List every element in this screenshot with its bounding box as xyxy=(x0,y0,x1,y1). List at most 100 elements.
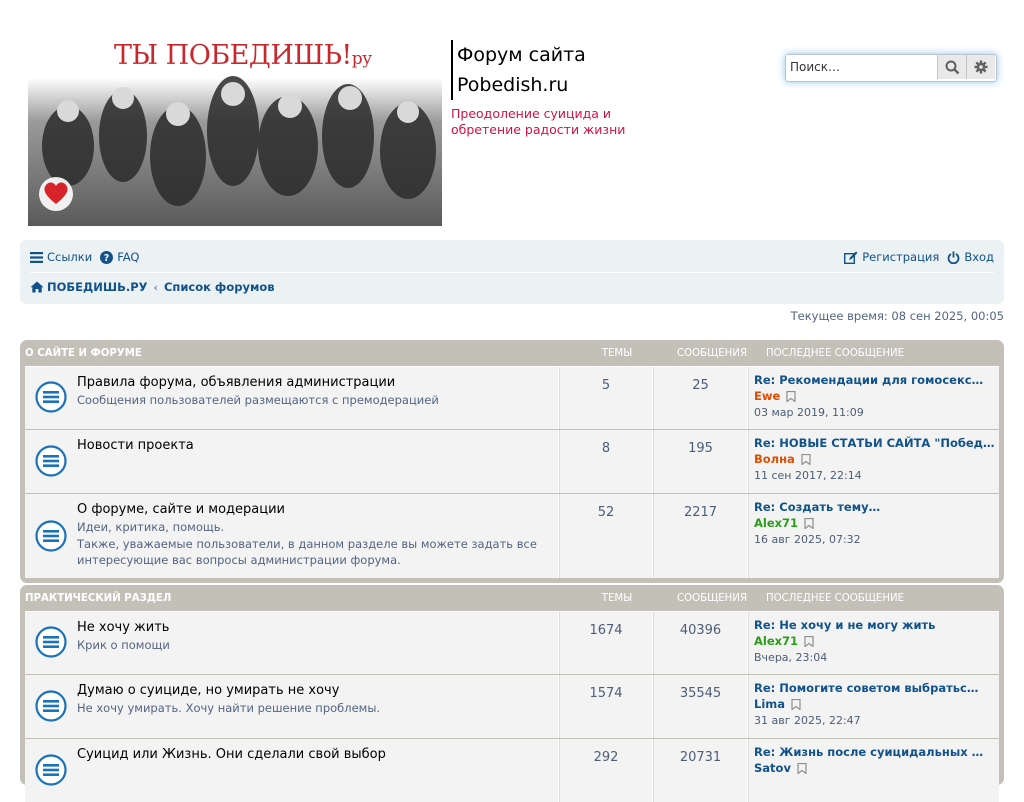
column-last-post: ПОСЛЕДНЕЕ СООБЩЕНИЕ xyxy=(766,592,905,604)
view-latest-post-icon[interactable] xyxy=(801,454,811,465)
breadcrumb-separator: ‹ xyxy=(153,280,158,294)
last-post-author[interactable]: Alex71 xyxy=(754,633,798,650)
site-name[interactable]: Форум сайта Pobedish.ru xyxy=(451,40,586,100)
last-post-title[interactable]: Re: Рекомендации для гомосекс… xyxy=(754,372,999,388)
last-post-author[interactable]: Ewe xyxy=(754,388,780,405)
column-topics: ТЕМЫ xyxy=(601,592,633,604)
forum-topics-count: 292 xyxy=(559,739,653,802)
last-post-title[interactable]: Re: Жизнь после суицидальных … xyxy=(754,744,999,760)
forum-description: Сообщения пользователей размещаются с пр… xyxy=(77,393,439,407)
forum-read-icon xyxy=(35,754,67,786)
forum-title[interactable]: Думаю о суициде, но умирать не хочу xyxy=(77,682,558,700)
view-latest-post-icon[interactable] xyxy=(786,391,796,402)
site-name-line1: Форум сайта xyxy=(457,44,586,66)
quick-links-menu[interactable]: Ссылки xyxy=(30,250,92,264)
svg-text:?: ? xyxy=(104,253,110,264)
forum-title[interactable]: Суицид или Жизнь. Они сделали свой выбор xyxy=(77,746,558,764)
forum-row: Новости проекта 8 195 Re: НОВЫЕ СТАТЬИ С… xyxy=(25,429,999,493)
last-post-date: Вчера, 23:04 xyxy=(754,651,828,664)
power-icon xyxy=(947,251,960,264)
forum-last-post: Re: Рекомендации для гомосекс… Ewe 03 ма… xyxy=(748,367,999,429)
banner-title: ТЫ ПОБЕДИШЬ!ру xyxy=(114,40,372,71)
forum-posts-count: 20731 xyxy=(653,739,748,802)
home-icon xyxy=(30,281,44,293)
forum-posts-count: 195 xyxy=(653,430,748,493)
forum-posts-count: 40396 xyxy=(653,612,748,674)
column-posts: СООБЩЕНИЯ xyxy=(676,592,748,604)
forum-title[interactable]: О форуме, сайте и модерации xyxy=(77,501,558,519)
site-banner-image[interactable]: ТЫ ПОБЕДИШЬ!ру xyxy=(28,36,442,226)
forum-posts-count: 25 xyxy=(653,367,748,429)
last-post-title[interactable]: Re: Не хочу и не могу жить xyxy=(754,617,999,633)
forum-description: Идеи, критика, помощь. xyxy=(77,520,225,534)
forum-category-about: О САЙТЕ И ФОРУМЕ ТЕМЫ СООБЩЕНИЯ ПОСЛЕДНЕ… xyxy=(20,340,1004,583)
navbar: Ссылки ? FAQ Регистрация Вход ПОБЕДИШЬ.Р… xyxy=(20,240,1004,304)
last-post-author[interactable]: Alex71 xyxy=(754,515,798,532)
forum-topics-count: 52 xyxy=(559,494,653,578)
gear-icon xyxy=(974,60,988,74)
column-topics: ТЕМЫ xyxy=(601,347,633,359)
last-post-title[interactable]: Re: Создать тему… xyxy=(754,499,999,515)
forum-row: Суицид или Жизнь. Они сделали свой выбор… xyxy=(25,738,999,802)
site-name-line2: Pobedish.ru xyxy=(457,74,569,96)
forum-last-post: Re: Жизнь после суицидальных … Satov xyxy=(748,739,999,802)
forum-description-extra: Также, уважаемые пользователи, в данном … xyxy=(77,537,537,567)
navbar-top-row: Ссылки ? FAQ Регистрация Вход xyxy=(30,242,994,273)
last-post-title[interactable]: Re: НОВЫЕ СТАТЬИ САЙТА "Побед… xyxy=(754,435,999,451)
last-post-date: 03 мар 2019, 11:09 xyxy=(754,406,864,419)
view-latest-post-icon[interactable] xyxy=(804,636,814,647)
category-title[interactable]: ПРАКТИЧЕСКИЙ РАЗДЕЛ xyxy=(25,593,570,604)
forum-description: Крик о помощи xyxy=(77,638,170,652)
last-post-title[interactable]: Re: Помогите советом выбратьс… xyxy=(754,680,999,696)
breadcrumb: ПОБЕДИШЬ.РУ ‹ Список форумов xyxy=(30,272,994,302)
forum-row: Думаю о суициде, но умирать не хочу Не х… xyxy=(25,674,999,738)
breadcrumb-forum-list[interactable]: Список форумов xyxy=(164,280,275,294)
forum-title[interactable]: Новости проекта xyxy=(77,437,558,455)
last-post-author[interactable]: Satov xyxy=(754,760,791,777)
last-post-author[interactable]: Волна xyxy=(754,451,795,468)
category-title[interactable]: О САЙТЕ И ФОРУМЕ xyxy=(25,348,570,359)
forum-topics-count: 1574 xyxy=(559,675,653,738)
site-description: Преодоление суицида и обретение радости … xyxy=(451,106,626,137)
view-latest-post-icon[interactable] xyxy=(797,763,807,774)
forum-title[interactable]: Правила форума, объявления администрации xyxy=(77,374,558,392)
forum-description: Не хочу умирать. Хочу найти решение проб… xyxy=(77,701,381,715)
faq-link[interactable]: ? FAQ xyxy=(100,250,139,264)
breadcrumb-home[interactable]: ПОБЕДИШЬ.РУ xyxy=(30,280,148,294)
question-icon: ? xyxy=(100,250,114,264)
last-post-date: 11 сен 2017, 22:14 xyxy=(754,469,862,482)
forum-posts-count: 35545 xyxy=(653,675,748,738)
forum-last-post: Re: Создать тему… Alex71 16 авг 2025, 07… xyxy=(748,494,999,578)
hamburger-icon xyxy=(30,251,43,263)
forum-last-post: Re: Помогите советом выбратьс… Lima 31 а… xyxy=(748,675,999,738)
forum-row: Правила форума, объявления администрации… xyxy=(25,366,999,429)
register-link[interactable]: Регистрация xyxy=(844,250,939,264)
forum-topics-count: 5 xyxy=(559,367,653,429)
forum-last-post: Re: Не хочу и не могу жить Alex71 Вчера,… xyxy=(748,612,999,674)
search-button[interactable] xyxy=(937,55,966,79)
search-icon xyxy=(945,60,959,74)
forum-posts-count: 2217 xyxy=(653,494,748,578)
forum-read-icon xyxy=(35,381,67,413)
search-box xyxy=(785,54,997,82)
forum-title[interactable]: Не хочу жить xyxy=(77,619,558,637)
last-post-author[interactable]: Lima xyxy=(754,696,785,713)
column-last-post: ПОСЛЕДНЕЕ СООБЩЕНИЕ xyxy=(766,347,905,359)
column-posts: СООБЩЕНИЯ xyxy=(676,347,748,359)
edit-icon xyxy=(844,251,858,264)
forum-topics-count: 8 xyxy=(559,430,653,493)
forum-last-post: Re: НОВЫЕ СТАТЬИ САЙТА "Побед… Волна 11 … xyxy=(748,430,999,493)
forum-row: Не хочу жить Крик о помощи 1674 40396 Re… xyxy=(25,611,999,674)
view-latest-post-icon[interactable] xyxy=(804,518,814,529)
advanced-search-button[interactable] xyxy=(966,55,995,79)
forum-topics-count: 1674 xyxy=(559,612,653,674)
forum-read-icon xyxy=(35,690,67,722)
view-latest-post-icon[interactable] xyxy=(791,699,801,710)
forum-read-icon xyxy=(35,626,67,658)
search-input[interactable] xyxy=(786,55,944,79)
last-post-date: 16 авг 2025, 07:32 xyxy=(754,533,861,546)
category-header: О САЙТЕ И ФОРУМЕ ТЕМЫ СООБЩЕНИЯ ПОСЛЕДНЕ… xyxy=(25,340,999,366)
login-link[interactable]: Вход xyxy=(947,250,994,264)
forum-read-icon xyxy=(35,445,67,477)
heart-logo-icon xyxy=(39,177,73,211)
